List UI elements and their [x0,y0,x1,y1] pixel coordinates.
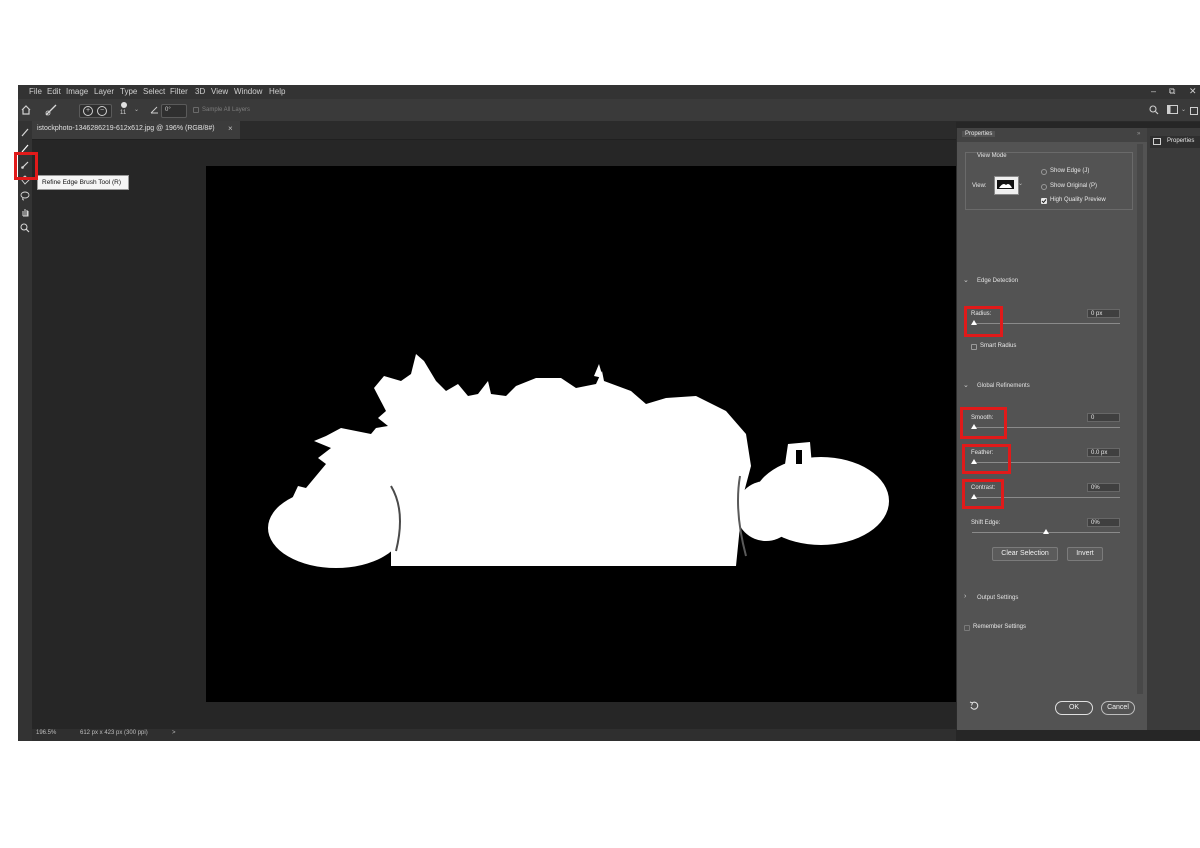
high-quality-preview-label: High Quality Preview [1050,197,1106,203]
collapse-panel-icon[interactable]: » [1137,131,1140,137]
tool-highlight-box [14,152,38,180]
close-window-icon[interactable]: ✕ [1189,86,1197,97]
zoom-tool-icon[interactable] [19,223,31,235]
shift-edge-label: Shift Edge: [971,520,1001,526]
brush-mode-group: + − [79,104,112,118]
smart-radius-label: Smart Radius [980,343,1017,349]
brush-tip-icon [121,102,127,108]
show-original-label: Show Original (P) [1050,183,1098,189]
tool-tooltip: Refine Edge Brush Tool (R) [37,175,129,190]
panel-scrollbar[interactable] [1137,144,1143,694]
view-mode-group [965,152,1133,210]
quick-selection-tool-icon[interactable] [19,127,31,139]
status-menu-arrow[interactable]: > [172,730,176,736]
sample-all-layers-label: Sample All Layers [202,107,251,113]
document-info: 612 px x 423 px (300 ppi) [80,730,148,736]
erase-mode-icon[interactable]: − [97,106,107,116]
clear-selection-button[interactable]: Clear Selection [992,547,1058,561]
menu-help[interactable]: Help [269,87,285,96]
home-icon[interactable] [21,105,31,115]
show-edge-toggle[interactable] [1041,169,1047,175]
radius-highlight-box [964,306,1003,337]
properties-rail-label: Properties [1167,138,1195,144]
menu-filter[interactable]: Filter [170,87,188,96]
image-canvas[interactable] [206,166,958,702]
view-thumbnail-icon [997,180,1014,189]
angle-icon [150,106,158,114]
contrast-highlight-box [962,479,1004,509]
document-tab[interactable]: istockphoto-1346286219-612x612.jpg @ 196… [32,121,240,139]
menu-bar: File Edit Image Layer Type Select Filter… [18,85,1200,99]
search-icon[interactable] [1149,105,1159,115]
brush-size-picker[interactable]: 11 [119,102,129,118]
menu-edit[interactable]: Edit [47,87,61,96]
invert-button[interactable]: Invert [1067,547,1103,561]
shift-edge-slider-thumb[interactable] [1043,529,1049,534]
contrast-field[interactable]: 0% [1087,483,1120,492]
radius-field[interactable]: 0 px [1087,309,1120,318]
properties-rail-button[interactable]: Properties [1150,136,1200,148]
zoom-level[interactable]: 196.5% [36,730,56,736]
photoshop-window: File Edit Image Layer Type Select Filter… [18,85,1200,741]
show-edge-label: Show Edge (J) [1050,168,1090,174]
right-panel-rail: Properties [1147,128,1200,730]
chevron-down-icon[interactable]: ⌄ [134,106,139,113]
close-tab-icon[interactable]: × [228,124,233,133]
hand-tool-icon[interactable] [19,207,31,219]
smart-radius-checkbox[interactable] [971,344,977,350]
properties-icon [1153,138,1161,145]
global-refinements-chevron-icon[interactable]: ⌄ [963,381,969,389]
menu-view[interactable]: View [211,87,228,96]
ok-button[interactable]: OK [1055,701,1093,715]
tools-panel [18,121,32,741]
share-icon[interactable] [1190,105,1200,115]
selection-mask-preview [268,354,889,568]
angle-field[interactable]: 0° [161,104,187,118]
edge-detection-heading: Edge Detection [977,278,1019,284]
angle-value: 0° [165,107,171,113]
feather-field[interactable]: 0.0 px [1087,448,1120,457]
high-quality-preview-checkbox[interactable] [1041,198,1047,204]
menu-type[interactable]: Type [120,87,137,96]
reset-workspace-icon[interactable] [969,701,979,711]
document-tab-title: istockphoto-1346286219-612x612.jpg @ 196… [37,125,215,132]
workspace-icon[interactable] [1167,105,1179,115]
minimize-icon[interactable]: – [1151,86,1156,96]
canvas-area [32,140,958,729]
options-bar: + − 11 ⌄ 0° Sample All Layers ⌄ [18,99,1200,122]
menu-window[interactable]: Window [234,87,262,96]
workspace-chevron-icon[interactable]: ⌄ [1181,106,1186,113]
properties-header: Properties » [957,128,1147,142]
feather-highlight-box [962,444,1011,474]
global-refinements-heading: Global Refinements [977,383,1030,389]
brush-size-value: 11 [120,110,127,116]
menu-image[interactable]: Image [66,87,88,96]
smooth-field[interactable]: 0 [1087,413,1120,422]
expand-mode-icon[interactable]: + [83,106,93,116]
refine-brush-preset-icon[interactable] [44,103,58,117]
menu-layer[interactable]: Layer [94,87,114,96]
smooth-highlight-box [960,407,1007,439]
properties-tab[interactable]: Properties [962,131,996,137]
view-dropdown-chevron-icon[interactable]: ⌄ [1018,180,1023,187]
menu-file[interactable]: File [29,87,42,96]
view-mode-dropdown[interactable] [994,176,1019,195]
remember-settings-label: Remember Settings [973,624,1027,630]
show-original-toggle[interactable] [1041,184,1047,190]
document-tab-strip: istockphoto-1346286219-612x612.jpg @ 196… [32,121,956,140]
cancel-button[interactable]: Cancel [1101,701,1135,715]
menu-3d[interactable]: 3D [195,87,205,96]
restore-icon[interactable]: ⧉ [1169,86,1175,97]
status-bar: 196.5% 612 px x 423 px (300 ppi) > [32,729,956,741]
remember-settings-checkbox[interactable] [964,625,970,631]
sample-all-layers-checkbox[interactable] [193,107,199,113]
edge-detection-chevron-icon[interactable]: ⌄ [963,276,969,284]
view-mode-heading: View Mode [977,153,1007,159]
menu-select[interactable]: Select [143,87,165,96]
lasso-tool-icon[interactable] [19,191,31,203]
output-settings-chevron-icon[interactable]: › [964,593,966,600]
output-settings-heading: Output Settings [977,595,1019,601]
shift-edge-field[interactable]: 0% [1087,518,1120,527]
view-label: View: [972,183,987,189]
